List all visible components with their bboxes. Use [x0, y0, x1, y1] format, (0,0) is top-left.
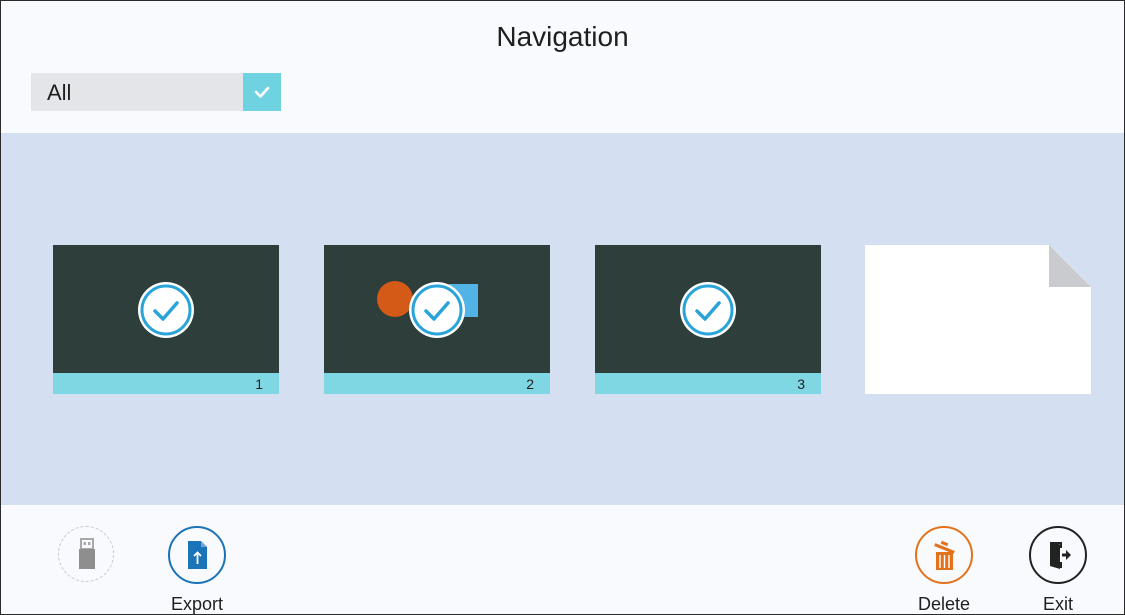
exit-door-icon: [1050, 542, 1071, 569]
filter-select-all[interactable]: All: [31, 73, 281, 111]
blank-page-icon: [865, 245, 1091, 394]
usb-circle: [58, 526, 114, 582]
header: Navigation All: [1, 1, 1124, 132]
export-file-icon: [188, 541, 207, 569]
page-title: Navigation: [496, 21, 629, 52]
delete-label: Delete: [917, 594, 971, 614]
filter-label: All: [47, 80, 72, 105]
check-circle-icon: [140, 284, 192, 336]
exit-label: Exit: [1042, 594, 1073, 614]
exit-circle: [1029, 526, 1087, 584]
check-circle-icon: [411, 284, 463, 336]
page-thumbnails-area: 1 2 3: [1, 133, 1124, 505]
exit-button[interactable]: Exit: [1018, 526, 1098, 614]
thumbnail-label-bar: 3: [595, 373, 821, 394]
add-page-button[interactable]: [865, 245, 1091, 394]
trash-icon: [934, 540, 955, 570]
thumbnail-label-bar: 2: [324, 373, 550, 394]
thumbnail-canvas: [595, 245, 821, 373]
thumbnail-label-bar: 1: [53, 373, 279, 394]
thumbnail-canvas: [324, 245, 550, 373]
page-number: 1: [255, 376, 263, 392]
delete-button[interactable]: Delete: [904, 526, 984, 614]
thumbnail-canvas: [53, 245, 279, 373]
selected-check-badge[interactable]: [680, 282, 736, 338]
selected-check-badge[interactable]: [409, 282, 465, 338]
usb-drive-icon: [79, 538, 95, 569]
navigation-window: Navigation All 1 2 3 Export Delete Exit: [0, 0, 1125, 615]
check-circle-icon: [682, 284, 734, 336]
select-all-checkbox[interactable]: [243, 73, 281, 111]
export-label: Export: [170, 594, 224, 614]
page-number: 3: [797, 376, 805, 392]
page-thumbnail-2[interactable]: 2: [324, 245, 550, 394]
orange-circle-shape: [377, 281, 413, 317]
check-icon: [254, 86, 270, 98]
page-thumbnail-1[interactable]: 1: [53, 245, 279, 394]
export-button[interactable]: Export: [157, 526, 237, 614]
delete-circle: [915, 526, 973, 584]
export-circle: [168, 526, 226, 584]
page-number: 2: [526, 376, 534, 392]
usb-button[interactable]: [46, 526, 126, 582]
selected-check-badge[interactable]: [138, 282, 194, 338]
page-thumbnail-3[interactable]: 3: [595, 245, 821, 394]
bottom-toolbar: Export Delete Exit: [1, 506, 1124, 614]
